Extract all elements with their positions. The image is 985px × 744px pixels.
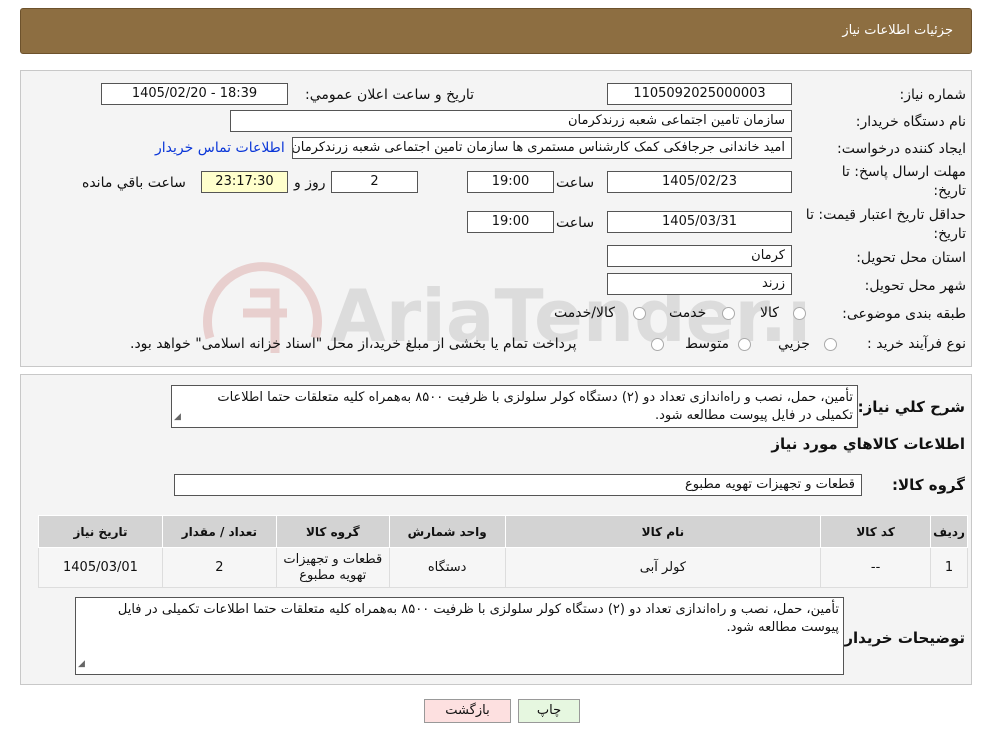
deadline-time-field: 19:00: [467, 171, 554, 193]
cell-unit: دستگاه: [388, 547, 506, 588]
remaining-time-label: ساعت باقي مانده: [82, 175, 186, 191]
days-label: روز و: [294, 175, 326, 191]
process-note: پرداخت تمام یا بخشی از مبلغ خرید،از محل …: [130, 336, 577, 352]
cell-index: 1: [930, 547, 968, 588]
city-label: شهر محل تحویل:: [864, 278, 966, 294]
process-radio-medium[interactable]: [738, 338, 751, 351]
buyer-org-label: نام دستگاه خریدار:: [855, 114, 966, 130]
buyer-org-field: سازمان تامین اجتماعی شعبه زرندکرمان: [230, 110, 792, 132]
goods-section-title: اطلاعات کالاهاي مورد نیاز: [771, 435, 965, 453]
deadline-label: مهلت ارسال پاسخ: تا: [841, 164, 966, 180]
province-label: استان محل تحویل:: [856, 250, 966, 266]
page-title: جزئیات اطلاعات نیاز: [842, 23, 953, 38]
announce-field: 1405/02/20 - 18:39: [101, 83, 288, 105]
buyer-notes-label: توضیحات خریدار:: [838, 629, 965, 647]
col-code: کد کالا: [820, 515, 932, 548]
col-index: ردیف: [930, 515, 968, 548]
col-qty: تعداد / مقدار: [161, 515, 277, 548]
need-number-label: شماره نیاز:: [899, 87, 967, 103]
back-button[interactable]: بازگشت: [424, 699, 511, 723]
category-option-both: کالا/خدمت: [554, 305, 615, 321]
process-radio-minor[interactable]: [824, 338, 837, 351]
cell-qty: 2: [161, 547, 277, 588]
announce-label: تاریخ و ساعت اعلان عمومي:: [305, 87, 474, 103]
validity-time-field: 19:00: [467, 211, 554, 233]
resize-grip-icon[interactable]: ◢: [78, 655, 85, 673]
requester-label: ایجاد کننده درخواست:: [837, 141, 966, 157]
need-number-field: 1105092025000003: [607, 83, 792, 105]
process-radio-treasury[interactable]: [651, 338, 664, 351]
days-field: 2: [331, 171, 418, 193]
cell-group: قطعات و تجهیزات تهویه مطبوع: [275, 547, 390, 588]
province-field: کرمان: [607, 245, 792, 267]
col-group: گروه کالا: [275, 515, 390, 548]
buyer-notes-text: تأمین، حمل، نصب و راه‌اندازی تعداد دو (۲…: [117, 602, 839, 635]
category-radio-both[interactable]: [633, 307, 646, 320]
buyer-notes-textarea[interactable]: تأمین، حمل، نصب و راه‌اندازی تعداد دو (۲…: [75, 597, 844, 675]
col-date: تاریخ نیاز: [38, 515, 163, 548]
summary-text: تأمین، حمل، نصب و راه‌اندازی تعداد دو (۲…: [217, 390, 853, 423]
deadline-label-date: تاریخ:: [933, 183, 966, 199]
validity-label-date: تاریخ:: [933, 226, 966, 242]
goods-group-field: قطعات و تجهیزات تهویه مطبوع: [174, 474, 862, 496]
goods-table-header: ردیف کد کالا نام کالا واحد شمارش گروه کا…: [38, 515, 968, 548]
requester-field: امید خاندانی جرجافکی کمک کارشناس مستمری …: [292, 137, 792, 159]
summary-textarea[interactable]: تأمین، حمل، نصب و راه‌اندازی تعداد دو (۲…: [171, 385, 858, 428]
col-name: نام کالا: [504, 515, 822, 548]
validity-date-field: 1405/03/31: [607, 211, 792, 233]
cell-date: 1405/03/01: [38, 547, 163, 588]
watermark-arc: [203, 262, 322, 340]
category-option-service: خدمت: [669, 305, 707, 321]
print-button[interactable]: چاپ: [518, 699, 580, 723]
process-option-minor: جزیي: [778, 336, 810, 352]
process-label: نوع فرآیند خرید :: [867, 336, 966, 352]
category-option-goods: کالا: [760, 305, 779, 321]
city-field: زرند: [607, 273, 792, 295]
buyer-contact-link[interactable]: اطلاعات تماس خریدار: [155, 140, 285, 156]
process-option-medium: متوسط: [685, 336, 729, 352]
summary-label: شرح کلي نیاز:: [857, 398, 965, 416]
resize-grip-icon[interactable]: ◢: [174, 408, 181, 426]
col-unit: واحد شمارش: [388, 515, 506, 548]
deadline-date-field: 1405/02/23: [607, 171, 792, 193]
category-label: طبقه بندی موضوعی:: [842, 306, 966, 322]
category-radio-goods[interactable]: [793, 307, 806, 320]
deadline-time-label: ساعت: [556, 175, 595, 191]
remaining-time-field: 23:17:30: [201, 171, 288, 193]
validity-label: حداقل تاریخ اعتبار قیمت: تا: [805, 207, 966, 223]
cell-name: کولر آبی: [504, 547, 822, 588]
goods-group-label: گروه کالا:: [892, 476, 965, 494]
category-radio-service[interactable]: [722, 307, 735, 320]
page-header: جزئیات اطلاعات نیاز: [20, 8, 972, 54]
cell-code: --: [820, 547, 932, 588]
goods-table: ردیف کد کالا نام کالا واحد شمارش گروه کا…: [38, 515, 968, 588]
table-row: 1 -- کولر آبی دستگاه قطعات و تجهیزات تهو…: [38, 547, 968, 588]
validity-time-label: ساعت: [556, 215, 595, 231]
